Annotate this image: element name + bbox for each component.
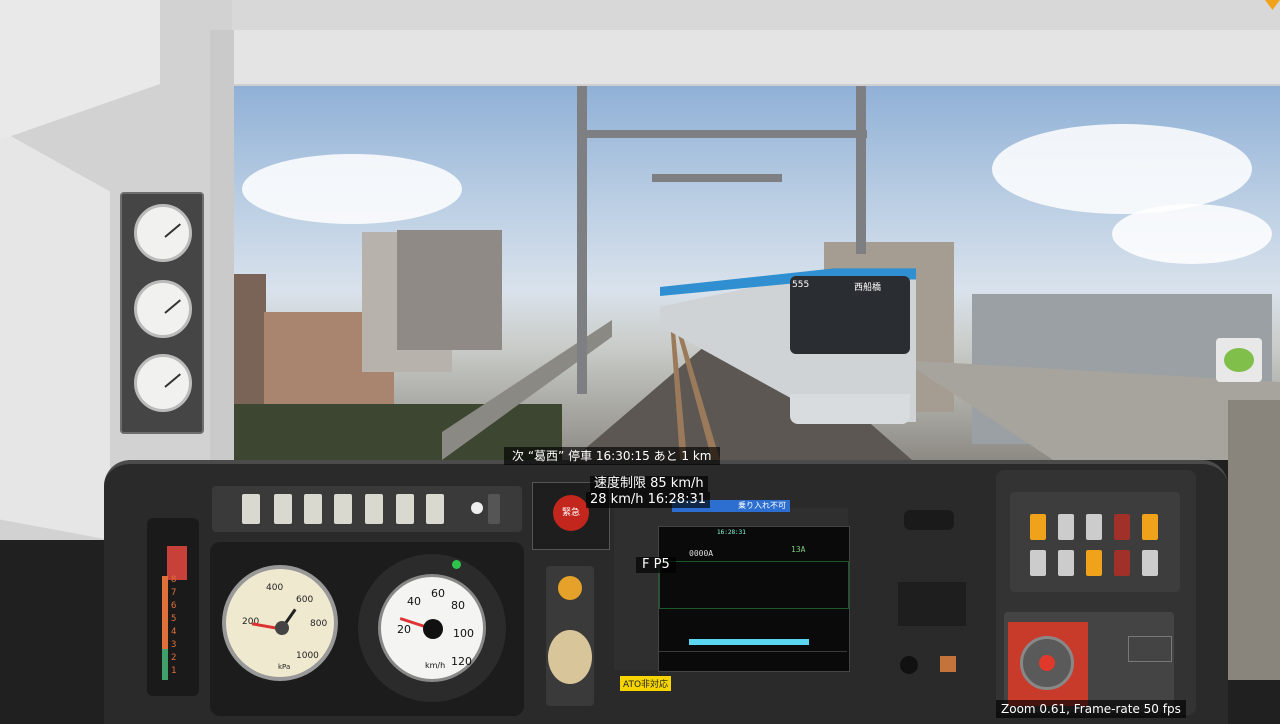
brake-gauge xyxy=(134,280,192,338)
controller-knob[interactable] xyxy=(1039,655,1055,671)
monitor-panel xyxy=(659,561,849,609)
pressure-tick: 600 xyxy=(296,595,314,605)
speed-tick: 80 xyxy=(451,599,465,612)
train-monitor: 16:28:31 0000A 13A xyxy=(658,526,850,672)
handle-panel xyxy=(546,566,594,706)
radio-box xyxy=(898,582,966,626)
camera-icon xyxy=(1224,348,1254,372)
pressure-tick: 1000 xyxy=(296,651,319,661)
panel-switch[interactable] xyxy=(1030,514,1046,540)
panel-switch[interactable] xyxy=(1114,550,1130,576)
master-controller[interactable] xyxy=(1008,622,1088,706)
brake-gauge-panel xyxy=(120,192,204,434)
panel-switch[interactable] xyxy=(304,494,322,524)
notch-level: 5 xyxy=(171,614,177,624)
monitor-cars xyxy=(689,639,809,645)
plate-label xyxy=(1128,636,1172,662)
brown-button[interactable] xyxy=(940,656,956,672)
gauge-hub xyxy=(423,619,443,639)
cab-header xyxy=(210,30,1280,86)
catenary-arm xyxy=(652,174,782,182)
monitor-header: 16:28:31 xyxy=(717,529,746,536)
catenary-mast xyxy=(856,84,866,254)
train-number: 555 xyxy=(792,280,810,290)
speed-tick: 20 xyxy=(397,623,411,636)
gauge-hub xyxy=(275,621,289,635)
building xyxy=(397,230,502,350)
notch-level: 4 xyxy=(171,627,177,637)
panel-switch[interactable] xyxy=(396,494,414,524)
orange-lamp xyxy=(558,576,582,600)
outside-side-view xyxy=(1228,400,1280,680)
notch-level: 3 xyxy=(171,640,177,650)
panel-switch[interactable] xyxy=(426,494,444,524)
pressure-unit: kPa xyxy=(278,663,291,671)
notch-level: 7 xyxy=(171,588,177,598)
speed-tick: 120 xyxy=(451,655,472,668)
pressure-tick: 800 xyxy=(310,619,328,629)
cloud xyxy=(992,124,1252,214)
panel-switch[interactable] xyxy=(1142,514,1158,540)
speed-time-info: 28 km/h 16:28:31 xyxy=(586,492,711,508)
brake-gauge xyxy=(134,204,192,262)
notch-level: 8 xyxy=(171,575,177,585)
panel-switch[interactable] xyxy=(1058,514,1074,540)
black-button[interactable] xyxy=(900,656,918,674)
panel-switch[interactable] xyxy=(334,494,352,524)
panel-switch[interactable] xyxy=(1114,514,1130,540)
outside-view: 西船橋 555 xyxy=(212,84,1280,460)
cloud xyxy=(242,154,462,224)
notch-level: 1 xyxy=(171,666,177,676)
speed-tick: 40 xyxy=(407,595,421,608)
panel-switch[interactable] xyxy=(365,494,383,524)
panel-switch[interactable] xyxy=(274,494,292,524)
train-destination: 西船橋 xyxy=(854,283,882,293)
train-front-skirt xyxy=(790,394,910,424)
speed-unit: km/h xyxy=(425,661,446,670)
window-frame xyxy=(210,30,234,470)
panel-switch[interactable] xyxy=(1030,550,1046,576)
notch-level: 2 xyxy=(171,653,177,663)
panel-switch[interactable] xyxy=(488,494,500,524)
pressure-tick: 400 xyxy=(266,583,284,593)
panel-switch[interactable] xyxy=(1086,514,1102,540)
next-stop-info: 次 “葛西” 停車 16:30:15 あと 1 km xyxy=(504,447,720,465)
speaker-grille xyxy=(904,510,954,530)
speed-tick: 60 xyxy=(431,587,445,600)
panel-switch[interactable] xyxy=(242,494,260,524)
pillar-face xyxy=(0,130,110,540)
panel-switch[interactable] xyxy=(1086,550,1102,576)
zoom-framerate: Zoom 0.61, Frame-rate 50 fps xyxy=(996,700,1186,718)
notch-red-lamp xyxy=(167,546,187,580)
notch-level: 6 xyxy=(171,601,177,611)
speed-limit-info: 速度制限 85 km/h xyxy=(590,476,708,492)
catenary-beam xyxy=(577,130,867,138)
pressure-gauge: 400 200 600 800 1000 kPa xyxy=(222,565,338,681)
monitor-menu[interactable] xyxy=(659,651,847,666)
ato-label: ATO非対応 xyxy=(620,676,672,691)
switch-row xyxy=(212,486,522,532)
monitor-track: 13A xyxy=(791,545,806,554)
whistle-pedal[interactable] xyxy=(548,630,592,684)
brake-gauge xyxy=(134,354,192,412)
emergency-button[interactable]: 緊急 xyxy=(553,495,589,531)
view-control[interactable] xyxy=(1216,338,1262,382)
switch-panel xyxy=(1010,492,1180,592)
panel-switch[interactable] xyxy=(1142,550,1158,576)
indicator-lamp xyxy=(471,502,483,514)
speedometer: 20 40 60 80 100 120 km/h xyxy=(378,574,486,682)
mode-info: F P5 xyxy=(636,557,676,573)
speed-tick: 100 xyxy=(453,627,474,640)
ats-lamp xyxy=(452,560,461,569)
monitor-code: 0000A xyxy=(689,549,714,558)
notch-bar xyxy=(162,576,168,680)
panel-switch[interactable] xyxy=(1058,550,1074,576)
controller-dial[interactable] xyxy=(1020,636,1074,690)
cloud xyxy=(1112,204,1272,264)
